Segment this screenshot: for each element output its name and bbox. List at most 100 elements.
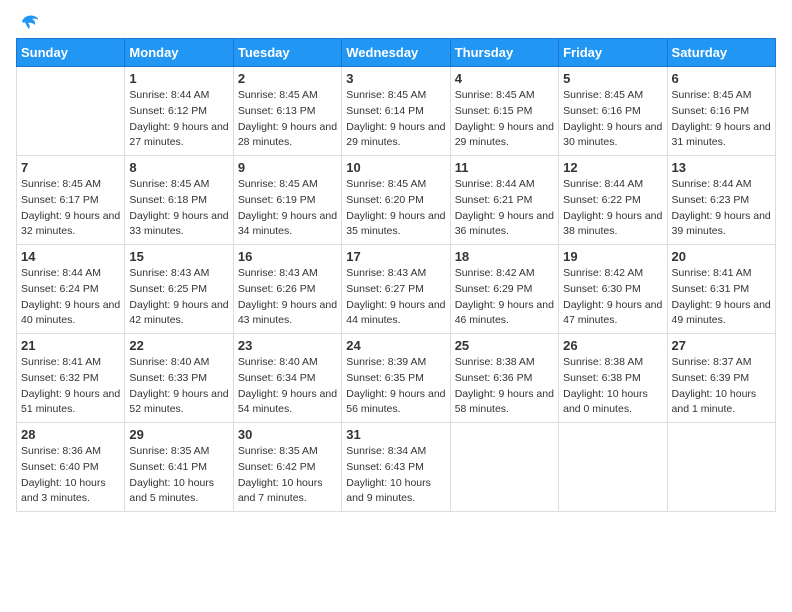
calendar-week-row: 7 Sunrise: 8:45 AM Sunset: 6:17 PM Dayli… [17,156,776,245]
sunrise-text: Sunrise: 8:39 AM [346,356,426,368]
calendar-week-row: 21 Sunrise: 8:41 AM Sunset: 6:32 PM Dayl… [17,334,776,423]
sunrise-text: Sunrise: 8:45 AM [346,178,426,190]
day-info: Sunrise: 8:45 AM Sunset: 6:16 PM Dayligh… [672,88,771,151]
sunset-text: Sunset: 6:17 PM [21,194,99,206]
daylight-text: Daylight: 9 hours and 54 minutes. [238,388,337,416]
day-number: 19 [563,249,662,264]
calendar-week-row: 28 Sunrise: 8:36 AM Sunset: 6:40 PM Dayl… [17,423,776,512]
day-number: 25 [455,338,554,353]
daylight-text: Daylight: 9 hours and 40 minutes. [21,299,120,327]
daylight-text: Daylight: 9 hours and 28 minutes. [238,121,337,149]
sunrise-text: Sunrise: 8:45 AM [238,178,318,190]
day-number: 16 [238,249,337,264]
calendar-header: SundayMondayTuesdayWednesdayThursdayFrid… [17,39,776,67]
day-number: 5 [563,71,662,86]
day-info: Sunrise: 8:44 AM Sunset: 6:23 PM Dayligh… [672,177,771,240]
day-number: 29 [129,427,228,442]
day-number: 27 [672,338,771,353]
sunrise-text: Sunrise: 8:44 AM [672,178,752,190]
day-number: 6 [672,71,771,86]
daylight-text: Daylight: 9 hours and 30 minutes. [563,121,662,149]
calendar-cell [667,423,775,512]
day-number: 15 [129,249,228,264]
day-number: 18 [455,249,554,264]
day-number: 20 [672,249,771,264]
sunrise-text: Sunrise: 8:38 AM [563,356,643,368]
day-info: Sunrise: 8:44 AM Sunset: 6:22 PM Dayligh… [563,177,662,240]
weekday-header: Monday [125,39,233,67]
sunset-text: Sunset: 6:30 PM [563,283,641,295]
sunrise-text: Sunrise: 8:45 AM [346,89,426,101]
day-number: 12 [563,160,662,175]
calendar-week-row: 14 Sunrise: 8:44 AM Sunset: 6:24 PM Dayl… [17,245,776,334]
sunset-text: Sunset: 6:16 PM [563,105,641,117]
calendar-cell: 12 Sunrise: 8:44 AM Sunset: 6:22 PM Dayl… [559,156,667,245]
daylight-text: Daylight: 9 hours and 43 minutes. [238,299,337,327]
daylight-text: Daylight: 9 hours and 32 minutes. [21,210,120,238]
day-number: 22 [129,338,228,353]
day-info: Sunrise: 8:38 AM Sunset: 6:38 PM Dayligh… [563,355,662,418]
calendar-cell: 19 Sunrise: 8:42 AM Sunset: 6:30 PM Dayl… [559,245,667,334]
logo-bird-icon [18,12,40,30]
calendar-cell [17,67,125,156]
calendar-cell: 15 Sunrise: 8:43 AM Sunset: 6:25 PM Dayl… [125,245,233,334]
daylight-text: Daylight: 9 hours and 56 minutes. [346,388,445,416]
day-info: Sunrise: 8:45 AM Sunset: 6:14 PM Dayligh… [346,88,445,151]
calendar-cell: 29 Sunrise: 8:35 AM Sunset: 6:41 PM Dayl… [125,423,233,512]
sunrise-text: Sunrise: 8:45 AM [563,89,643,101]
sunset-text: Sunset: 6:20 PM [346,194,424,206]
sunset-text: Sunset: 6:19 PM [238,194,316,206]
sunset-text: Sunset: 6:18 PM [129,194,207,206]
sunset-text: Sunset: 6:12 PM [129,105,207,117]
daylight-text: Daylight: 10 hours and 5 minutes. [129,477,214,505]
day-number: 26 [563,338,662,353]
day-number: 14 [21,249,120,264]
sunset-text: Sunset: 6:40 PM [21,461,99,473]
calendar-cell: 9 Sunrise: 8:45 AM Sunset: 6:19 PM Dayli… [233,156,341,245]
calendar-cell: 5 Sunrise: 8:45 AM Sunset: 6:16 PM Dayli… [559,67,667,156]
daylight-text: Daylight: 9 hours and 27 minutes. [129,121,228,149]
calendar-cell: 4 Sunrise: 8:45 AM Sunset: 6:15 PM Dayli… [450,67,558,156]
calendar-cell: 22 Sunrise: 8:40 AM Sunset: 6:33 PM Dayl… [125,334,233,423]
day-number: 11 [455,160,554,175]
day-number: 4 [455,71,554,86]
daylight-text: Daylight: 9 hours and 49 minutes. [672,299,771,327]
daylight-text: Daylight: 9 hours and 29 minutes. [346,121,445,149]
weekday-header: Wednesday [342,39,450,67]
day-info: Sunrise: 8:45 AM Sunset: 6:15 PM Dayligh… [455,88,554,151]
sunset-text: Sunset: 6:31 PM [672,283,750,295]
day-number: 2 [238,71,337,86]
day-info: Sunrise: 8:43 AM Sunset: 6:26 PM Dayligh… [238,266,337,329]
sunset-text: Sunset: 6:33 PM [129,372,207,384]
day-info: Sunrise: 8:35 AM Sunset: 6:41 PM Dayligh… [129,444,228,507]
calendar-cell: 17 Sunrise: 8:43 AM Sunset: 6:27 PM Dayl… [342,245,450,334]
day-info: Sunrise: 8:35 AM Sunset: 6:42 PM Dayligh… [238,444,337,507]
daylight-text: Daylight: 9 hours and 47 minutes. [563,299,662,327]
day-number: 10 [346,160,445,175]
day-info: Sunrise: 8:36 AM Sunset: 6:40 PM Dayligh… [21,444,120,507]
day-number: 17 [346,249,445,264]
sunset-text: Sunset: 6:13 PM [238,105,316,117]
sunset-text: Sunset: 6:35 PM [346,372,424,384]
calendar-cell: 23 Sunrise: 8:40 AM Sunset: 6:34 PM Dayl… [233,334,341,423]
sunrise-text: Sunrise: 8:45 AM [455,89,535,101]
calendar-cell: 24 Sunrise: 8:39 AM Sunset: 6:35 PM Dayl… [342,334,450,423]
page-header [16,16,776,30]
sunset-text: Sunset: 6:36 PM [455,372,533,384]
daylight-text: Daylight: 9 hours and 42 minutes. [129,299,228,327]
sunset-text: Sunset: 6:23 PM [672,194,750,206]
sunrise-text: Sunrise: 8:38 AM [455,356,535,368]
daylight-text: Daylight: 9 hours and 36 minutes. [455,210,554,238]
logo [16,16,40,30]
sunrise-text: Sunrise: 8:45 AM [238,89,318,101]
calendar-cell: 2 Sunrise: 8:45 AM Sunset: 6:13 PM Dayli… [233,67,341,156]
day-info: Sunrise: 8:40 AM Sunset: 6:34 PM Dayligh… [238,355,337,418]
day-info: Sunrise: 8:45 AM Sunset: 6:20 PM Dayligh… [346,177,445,240]
day-info: Sunrise: 8:38 AM Sunset: 6:36 PM Dayligh… [455,355,554,418]
day-info: Sunrise: 8:44 AM Sunset: 6:24 PM Dayligh… [21,266,120,329]
calendar-cell: 14 Sunrise: 8:44 AM Sunset: 6:24 PM Dayl… [17,245,125,334]
calendar-cell: 25 Sunrise: 8:38 AM Sunset: 6:36 PM Dayl… [450,334,558,423]
sunrise-text: Sunrise: 8:41 AM [21,356,101,368]
day-number: 1 [129,71,228,86]
sunrise-text: Sunrise: 8:35 AM [129,445,209,457]
